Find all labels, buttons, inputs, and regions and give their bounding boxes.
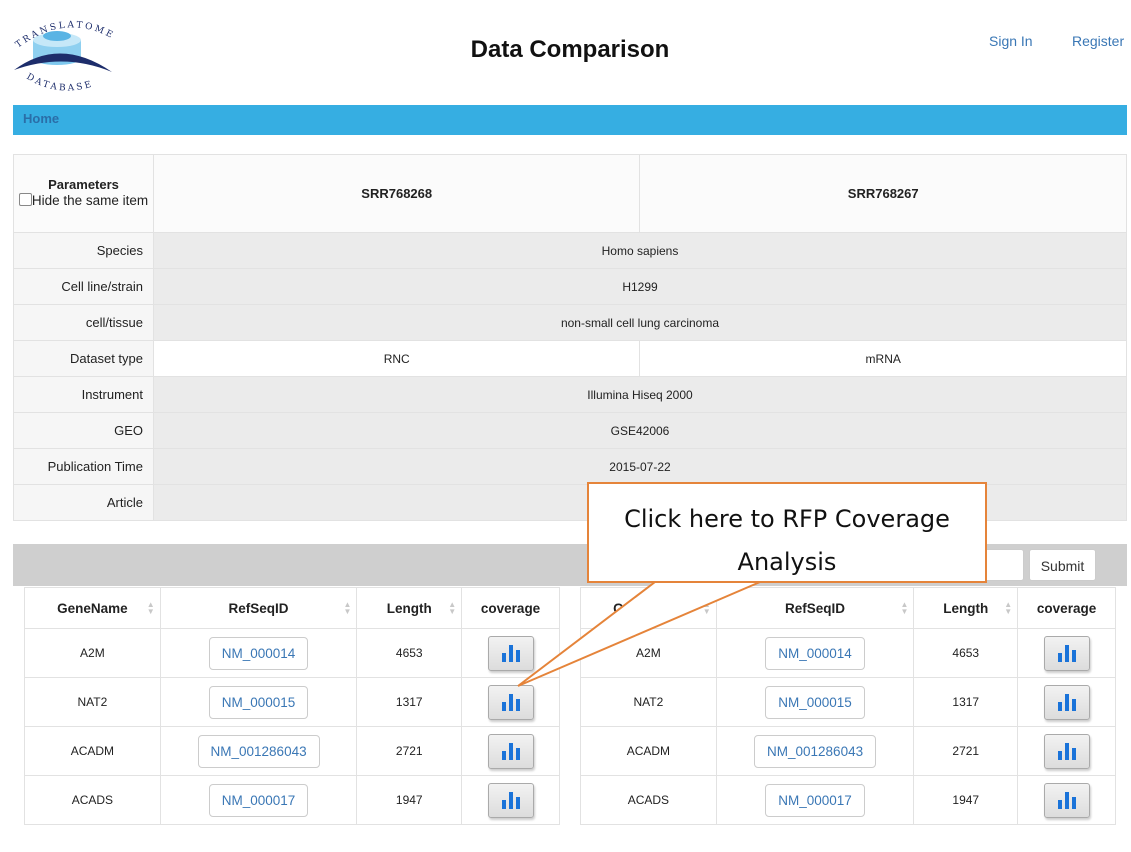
sort-icon[interactable]: ▲ ▼: [343, 601, 351, 616]
table-row: NAT2 NM_000015 1317: [580, 677, 1116, 727]
gene-name: A2M: [580, 628, 717, 678]
svg-text:DATABASE: DATABASE: [25, 72, 95, 94]
column-header-genename[interactable]: GeneName ▲ ▼: [580, 587, 717, 629]
param-label-instrument: Instrument: [13, 376, 154, 413]
column-header-genename[interactable]: GeneName ▲ ▼: [24, 587, 161, 629]
gene-name: ACADS: [580, 775, 717, 825]
coverage-button[interactable]: [487, 733, 534, 769]
gene-name: NAT2: [24, 677, 161, 727]
gene-length: 1317: [356, 677, 463, 727]
param-value-geo: GSE42006: [153, 412, 1127, 449]
param-value-dataset-type-a: RNC: [152, 340, 641, 377]
refseq-link[interactable]: NM_000015: [765, 685, 865, 719]
bar-chart-icon: [1057, 742, 1076, 760]
page-title: Data Comparison: [470, 36, 670, 63]
bar-chart-icon: [1057, 791, 1076, 809]
refseq-link[interactable]: NM_000014: [208, 636, 309, 670]
bar-chart-icon: [501, 791, 520, 809]
callout-box: Click here to RFP Coverage Analysis: [587, 482, 987, 583]
hide-same-item-label: Hide the same item: [31, 193, 149, 208]
bar-chart-icon: [1057, 693, 1076, 711]
gene-length: 4653: [356, 628, 463, 678]
param-label-geo: GEO: [13, 412, 154, 449]
gene-table-left: GeneName ▲ ▼ RefSeqID ▲ ▼ Length ▲ ▼ coverage …: [24, 587, 560, 825]
param-label-species: Species: [13, 232, 154, 269]
coverage-button[interactable]: [1043, 684, 1090, 720]
refseq-link[interactable]: NM_000015: [208, 685, 309, 719]
coverage-button[interactable]: [487, 635, 534, 671]
table-row: ACADM NM_001286043 2721: [24, 726, 560, 776]
gene-table-right: GeneName ▲ ▼ RefSeqID ▲ ▼ Length ▲ ▼ coverage …: [580, 587, 1116, 825]
table-row: ACADM NM_001286043 2721: [580, 726, 1116, 776]
coverage-button[interactable]: [1043, 733, 1090, 769]
refseq-link[interactable]: NM_001286043: [754, 734, 877, 768]
submit-button[interactable]: Submit: [1029, 549, 1096, 581]
param-label-cell-line: Cell line/strain: [13, 268, 154, 305]
bar-chart-icon: [501, 742, 520, 760]
gene-name: A2M: [24, 628, 161, 678]
search-input[interactable]: [982, 549, 1024, 581]
refseq-link[interactable]: NM_000017: [765, 783, 865, 817]
sample-header-b: SRR768267: [639, 154, 1127, 233]
callout-line-2: Analysis: [737, 548, 837, 576]
sign-in-link[interactable]: Sign In: [989, 33, 1033, 49]
bar-chart-icon: [501, 693, 520, 711]
sort-icon[interactable]: ▲ ▼: [703, 601, 711, 616]
nav-bar: Home: [13, 105, 1127, 135]
coverage-button[interactable]: [1043, 635, 1090, 671]
parameters-table: Parameters Hide the same item SRR768268 …: [13, 154, 1127, 521]
param-value-dataset-type-b: mRNA: [639, 340, 1127, 377]
table-row: A2M NM_000014 4653: [24, 628, 560, 678]
param-value-cell-tissue: non-small cell lung carcinoma: [153, 304, 1127, 341]
param-label-cell-tissue: cell/tissue: [13, 304, 154, 341]
gene-length: 4653: [913, 628, 1019, 678]
register-link[interactable]: Register: [1072, 33, 1124, 49]
column-header-refseqid[interactable]: RefSeqID ▲ ▼: [715, 587, 915, 629]
table-row: ACADS NM_000017 1947: [24, 775, 560, 825]
column-header-refseqid[interactable]: RefSeqID ▲ ▼: [159, 587, 358, 629]
coverage-button[interactable]: [1043, 782, 1090, 818]
gene-length: 2721: [356, 726, 463, 776]
table-row: NAT2 NM_000015 1317: [24, 677, 560, 727]
refseq-link[interactable]: NM_001286043: [197, 734, 320, 768]
param-value-instrument: Illumina Hiseq 2000: [153, 376, 1127, 413]
param-value-cell-line: H1299: [153, 268, 1127, 305]
coverage-button[interactable]: [487, 782, 534, 818]
param-value-publication-time: 2015-07-22: [153, 448, 1127, 485]
param-label-publication-time: Publication Time: [13, 448, 154, 485]
nav-home-link[interactable]: Home: [23, 111, 59, 126]
parameters-heading: Parameters: [48, 177, 119, 192]
parameters-header-cell: Parameters Hide the same item: [13, 154, 154, 233]
coverage-button[interactable]: [487, 684, 534, 720]
gene-name: NAT2: [580, 677, 717, 727]
refseq-link[interactable]: NM_000014: [765, 636, 865, 670]
callout-line-1: Click here to RFP Coverage: [624, 505, 950, 533]
logo-bottom-text: DATABASE: [25, 72, 93, 94]
hide-same-item-checkbox[interactable]: [18, 193, 32, 206]
gene-length: 1947: [356, 775, 463, 825]
column-header-coverage: coverage: [1017, 587, 1116, 629]
sample-header-a: SRR768268: [152, 154, 641, 233]
bar-chart-icon: [501, 644, 520, 662]
sort-icon[interactable]: ▲ ▼: [448, 601, 456, 616]
param-label-article: Article: [13, 484, 154, 521]
gene-name: ACADM: [24, 726, 161, 776]
param-value-species: Homo sapiens: [153, 232, 1127, 269]
sort-icon[interactable]: ▲ ▼: [900, 601, 908, 616]
column-header-coverage: coverage: [461, 587, 560, 629]
column-header-length[interactable]: Length ▲ ▼: [913, 587, 1019, 629]
column-header-length[interactable]: Length ▲ ▼: [356, 587, 463, 629]
bar-chart-icon: [1057, 644, 1076, 662]
refseq-link[interactable]: NM_000017: [208, 783, 309, 817]
gene-length: 1317: [913, 677, 1019, 727]
sort-icon[interactable]: ▲ ▼: [147, 601, 155, 616]
table-row: A2M NM_000014 4653: [580, 628, 1116, 678]
gene-length: 1947: [913, 775, 1019, 825]
sort-icon[interactable]: ▲ ▼: [1004, 601, 1012, 616]
gene-name: ACADM: [580, 726, 717, 776]
gene-length: 2721: [913, 726, 1019, 776]
table-row: ACADS NM_000017 1947: [580, 775, 1116, 825]
param-label-dataset-type: Dataset type: [13, 340, 154, 377]
gene-name: ACADS: [24, 775, 161, 825]
